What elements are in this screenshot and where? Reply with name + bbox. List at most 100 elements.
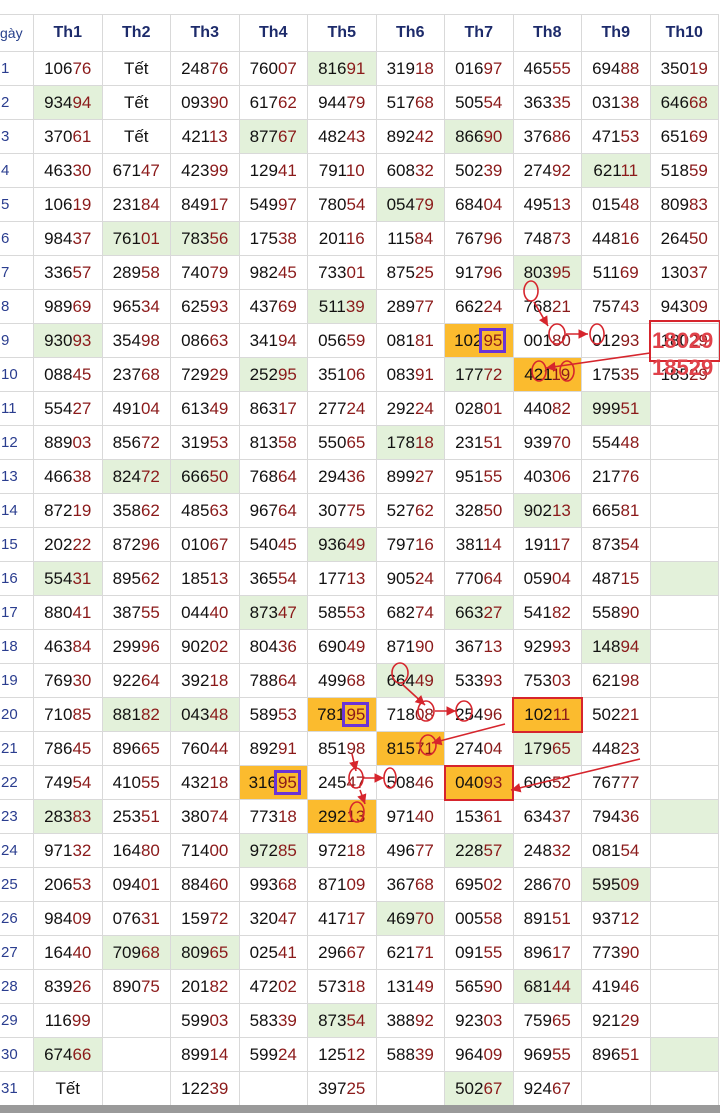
- number-tail: 65: [346, 432, 366, 452]
- table-row: 1 10676 Tết 24876 76007 81691 31918 01697 46555 6…: [0, 51, 719, 86]
- number-head: 780: [318, 194, 347, 214]
- result-cell: 36768: [375, 867, 445, 902]
- number-tail: 79: [414, 194, 434, 214]
- result-cell: 01067: [170, 527, 240, 562]
- number-tail: 27: [414, 466, 434, 486]
- number-head: 296: [318, 942, 347, 962]
- result-cell: 10619: [33, 187, 103, 222]
- result-cell: 29667: [307, 935, 377, 970]
- result-cell: 76864: [238, 459, 308, 494]
- result-cell: 66224: [444, 289, 514, 324]
- result-cell: 76821: [512, 289, 582, 324]
- day-number: 29: [0, 1003, 34, 1038]
- number-head: 695: [455, 874, 484, 894]
- number-head: 871: [318, 874, 347, 894]
- result-cell: 88182: [101, 697, 171, 732]
- number-head: 803: [523, 262, 552, 282]
- number-tail: 72: [483, 364, 503, 384]
- day-number: 22: [0, 765, 34, 800]
- number-tail: 32: [414, 160, 434, 180]
- result-cell: 83926: [33, 969, 103, 1004]
- number-head: 370: [44, 126, 73, 146]
- number-head: 971: [386, 806, 415, 826]
- result-cell: 10676: [33, 51, 103, 86]
- number-tail: 61: [483, 806, 503, 826]
- result-cell: 44823: [581, 731, 651, 766]
- result-cell: 98409: [33, 901, 103, 936]
- number-head: 185: [181, 568, 210, 588]
- number-head: 056: [318, 330, 347, 350]
- number-head: 044: [181, 602, 210, 622]
- result-cell: 12239: [170, 1071, 240, 1106]
- result-cell: [649, 663, 719, 698]
- number-head: 472: [249, 976, 278, 996]
- number-head: 892: [386, 126, 415, 146]
- result-cell: [649, 1003, 719, 1038]
- result-cell: 54182: [512, 595, 582, 630]
- number-tail: 90: [209, 92, 229, 112]
- number-tail: 93: [72, 330, 92, 350]
- number-head: 177: [318, 568, 347, 588]
- result-cell: 90213: [512, 493, 582, 528]
- result-cell: 38114: [444, 527, 514, 562]
- number-head: 499: [318, 670, 347, 690]
- number-head: 088: [44, 364, 73, 384]
- result-cell: 95155: [444, 459, 514, 494]
- result-cell: 85198: [307, 731, 377, 766]
- result-cell: 48563: [170, 493, 240, 528]
- number-tail: 18: [414, 432, 434, 452]
- number-tail: 76: [209, 58, 229, 78]
- result-cell: 55427: [33, 391, 103, 426]
- result-cell: 31695: [238, 765, 308, 800]
- result-cell: 62198: [581, 663, 651, 698]
- result-cell: 76930: [33, 663, 103, 698]
- number-tail: 12: [620, 908, 640, 928]
- month-header: Th10: [649, 14, 719, 52]
- number-head: 809: [181, 942, 210, 962]
- result-cell: 70968: [101, 935, 171, 970]
- number-head: 824: [112, 466, 141, 486]
- number-head: 849: [181, 194, 210, 214]
- result-cell: 87767: [238, 119, 308, 154]
- number-tail: 17: [277, 398, 297, 418]
- result-cell: 02801: [444, 391, 514, 426]
- number-tail: 24: [414, 398, 434, 418]
- number-tail: 73: [551, 228, 571, 248]
- number-tail: 50: [688, 228, 708, 248]
- result-cell: [649, 765, 719, 800]
- number-head: 292: [386, 398, 415, 418]
- result-cell: 76777: [581, 765, 651, 800]
- number-head: 783: [181, 228, 210, 248]
- result-cell: 89151: [512, 901, 582, 936]
- number-tail: 85: [72, 704, 92, 724]
- number-tail: 63: [209, 500, 229, 520]
- result-cell: 92467: [512, 1071, 582, 1106]
- result-cell: 16440: [33, 935, 103, 970]
- number-tail: 13: [551, 500, 571, 520]
- result-cell: 89927: [375, 459, 445, 494]
- result-cell: 58839: [375, 1037, 445, 1072]
- number-head: 964: [455, 1044, 484, 1064]
- result-cell: [101, 1037, 171, 1072]
- number-head: 367: [455, 636, 484, 656]
- day-number: 10: [0, 357, 34, 392]
- result-cell: 09390: [170, 85, 240, 120]
- result-cell: 94479: [307, 85, 377, 120]
- number-tail: 53: [277, 704, 297, 724]
- number-head: 733: [318, 262, 347, 282]
- number-head: 403: [523, 466, 552, 486]
- number-tail: 18: [277, 806, 297, 826]
- number-tail: 19: [688, 58, 708, 78]
- result-cell: 28977: [375, 289, 445, 324]
- number-tail: 17: [551, 534, 571, 554]
- bottom-scrollbar[interactable]: [0, 1105, 720, 1113]
- result-cell: 78356: [170, 221, 240, 256]
- number-head: 769: [44, 670, 73, 690]
- result-cell: 89242: [375, 119, 445, 154]
- number-head: 465: [523, 58, 552, 78]
- number-tail: 38: [72, 466, 92, 486]
- number-head: 761: [112, 228, 141, 248]
- number-tail: 79: [209, 262, 229, 282]
- number-tail: 17: [551, 942, 571, 962]
- result-cell: 31918: [375, 51, 445, 86]
